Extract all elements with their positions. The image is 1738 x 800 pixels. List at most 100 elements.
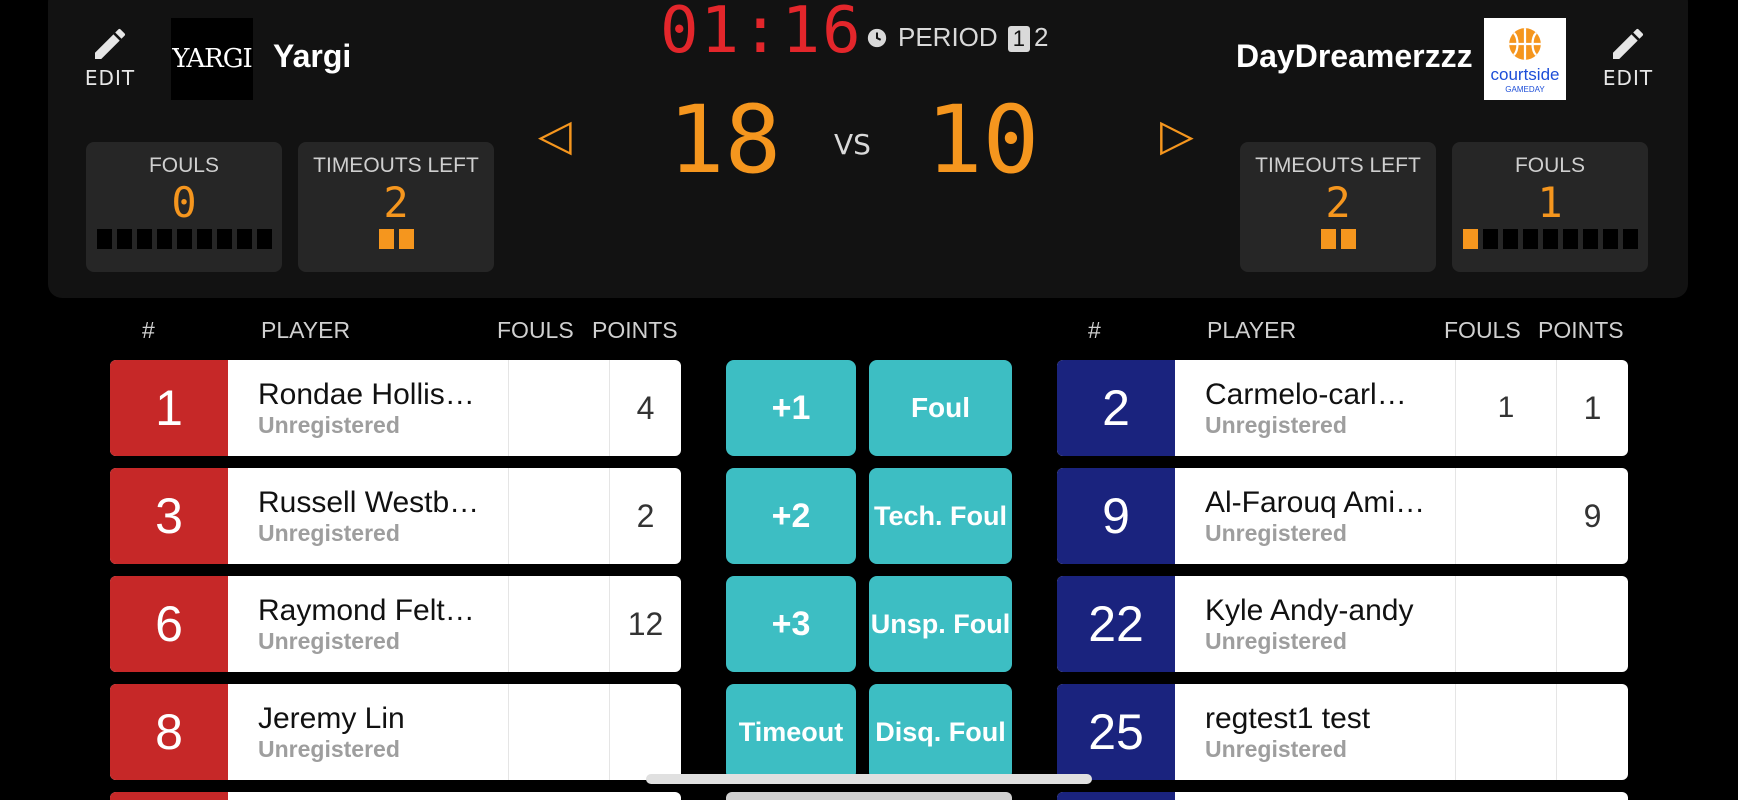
away-edit-label: EDIT — [1602, 66, 1654, 90]
tech-foul-button[interactable]: Tech. Foul — [869, 468, 1012, 564]
foul-button[interactable]: Foul — [869, 360, 1012, 456]
away-fouls-label: FOULS — [1514, 154, 1585, 177]
player-points — [1557, 576, 1628, 672]
home-player-row[interactable]: 6 Raymond Felt… Unregistered 12 — [110, 576, 681, 672]
player-status: Unregistered — [1205, 735, 1347, 762]
timeout-button[interactable]: Timeout — [726, 684, 856, 780]
away-header-points: POINTS — [1538, 317, 1624, 343]
home-timeouts-meter — [298, 229, 494, 249]
foul-pip — [1562, 229, 1578, 249]
home-header-fouls: FOULS — [497, 317, 574, 343]
player-name: Kyle Andy-andy — [1205, 593, 1414, 627]
player-number: 25 — [1057, 684, 1175, 780]
player-name: Russell Westb… — [258, 485, 480, 519]
away-header-num: # — [1088, 317, 1101, 343]
player-status: Unregistered — [1205, 519, 1347, 546]
foul-pip — [1462, 229, 1478, 249]
player-fouls — [1456, 468, 1557, 564]
add-2-points-button[interactable]: +2 — [726, 468, 856, 564]
home-header-num: # — [142, 317, 155, 343]
away-header-player: PLAYER — [1207, 317, 1297, 343]
period-indicator[interactable]: PERIOD 12 — [866, 22, 1048, 53]
player-status: Unregistered — [1205, 411, 1347, 438]
away-team-name: DayDreamerzzz — [1236, 38, 1473, 74]
player-number: 22 — [1057, 576, 1175, 672]
timeout-pip — [1320, 229, 1336, 249]
foul-pip — [1502, 229, 1518, 249]
timeout-pip — [398, 229, 414, 249]
home-player-row[interactable]: 3 Russell Westb… Unregistered 2 — [110, 468, 681, 564]
player-status: Unregistered — [1205, 627, 1347, 654]
home-indicator-bar[interactable] — [646, 774, 1092, 784]
away-edit-button[interactable]: EDIT — [1583, 24, 1673, 90]
timeout-pip — [378, 229, 394, 249]
unsp-foul-button[interactable]: Unsp. Foul — [869, 576, 1012, 672]
home-player-row[interactable]: 8 Jeremy Lin Unregistered — [110, 684, 681, 780]
away-logo-text: courtside — [1490, 64, 1560, 84]
player-points: 1 — [1583, 389, 1602, 426]
player-fouls — [509, 576, 610, 672]
player-status: Unregistered — [258, 627, 400, 654]
player-points: 4 — [636, 389, 655, 426]
player-number: 6 — [110, 576, 228, 672]
player-name: Raymond Felt… — [258, 593, 475, 627]
away-team-logo: courtside GAMEDAY — [1484, 18, 1566, 100]
foul-pip — [116, 229, 132, 249]
home-edit-button[interactable]: EDIT — [65, 24, 155, 90]
player-name: Carmelo-carl… — [1205, 377, 1407, 411]
away-fouls-box[interactable]: FOULS 1 — [1452, 142, 1648, 272]
player-name: Rondae Hollis… — [258, 377, 475, 411]
player-points: 9 — [1583, 497, 1602, 534]
add-1-point-button[interactable]: +1 — [726, 360, 856, 456]
foul-pip — [216, 229, 232, 249]
vs-label: VS — [834, 128, 871, 161]
possession-right-arrow[interactable]: ▷ — [1160, 110, 1194, 161]
home-fouls-label: FOULS — [148, 154, 219, 177]
home-fouls-box[interactable]: FOULS 0 — [86, 142, 282, 272]
home-team-name: Yargi — [273, 38, 352, 74]
player-points: 12 — [627, 605, 664, 642]
home-player-row[interactable]: 1 Rondae Hollis… Unregistered 4 — [110, 360, 681, 456]
timeout-pip — [1340, 229, 1356, 249]
disq-foul-button[interactable]: Disq. Foul — [869, 684, 1012, 780]
foul-pip — [256, 229, 272, 249]
player-status: Unregistered — [258, 411, 400, 438]
home-team-logo: YARGI — [171, 18, 253, 100]
pencil-icon — [1613, 28, 1644, 59]
away-player-row[interactable]: 25 regtest1 test Unregistered — [1057, 684, 1628, 780]
home-logo-text: YARGI — [172, 44, 253, 74]
home-timeouts-box[interactable]: TIMEOUTS LEFT 2 — [298, 142, 494, 272]
player-fouls — [1456, 684, 1557, 780]
away-timeouts-value: 2 — [1325, 178, 1351, 227]
foul-pip — [1482, 229, 1498, 249]
player-number: 3 — [110, 468, 228, 564]
home-score: 18 — [668, 86, 782, 195]
away-timeouts-meter — [1240, 229, 1436, 249]
possession-left-arrow[interactable]: ◁ — [538, 110, 572, 161]
foul-pip — [136, 229, 152, 249]
period-2[interactable]: 2 — [1034, 22, 1048, 52]
basketball-icon — [1509, 27, 1541, 60]
player-number: 2 — [1057, 360, 1175, 456]
foul-pip — [176, 229, 192, 249]
clock-icon — [867, 28, 887, 47]
away-player-row-partial — [1057, 792, 1628, 800]
away-player-row[interactable]: 2 Carmelo-carl… Unregistered 1 1 — [1057, 360, 1628, 456]
away-player-row[interactable]: 9 Al-Farouq Ami… Unregistered 9 — [1057, 468, 1628, 564]
pencil-icon — [95, 28, 126, 59]
add-3-points-button[interactable]: +3 — [726, 576, 856, 672]
home-header-points: POINTS — [592, 317, 678, 343]
game-clock[interactable]: 01:16 — [660, 0, 863, 68]
player-status: Unregistered — [258, 735, 400, 762]
away-timeouts-label: TIMEOUTS LEFT — [1255, 154, 1421, 177]
player-name: regtest1 test — [1205, 701, 1371, 735]
player-status: Unregistered — [258, 519, 400, 546]
away-score: 10 — [926, 86, 1040, 195]
player-fouls: 1 — [1456, 360, 1557, 456]
away-player-row[interactable]: 22 Kyle Andy-andy Unregistered — [1057, 576, 1628, 672]
away-timeouts-box[interactable]: TIMEOUTS LEFT 2 — [1240, 142, 1436, 272]
foul-pip — [236, 229, 252, 249]
player-number: 9 — [1057, 468, 1175, 564]
period-1-active[interactable]: 1 — [1007, 26, 1030, 52]
foul-pip — [1582, 229, 1598, 249]
